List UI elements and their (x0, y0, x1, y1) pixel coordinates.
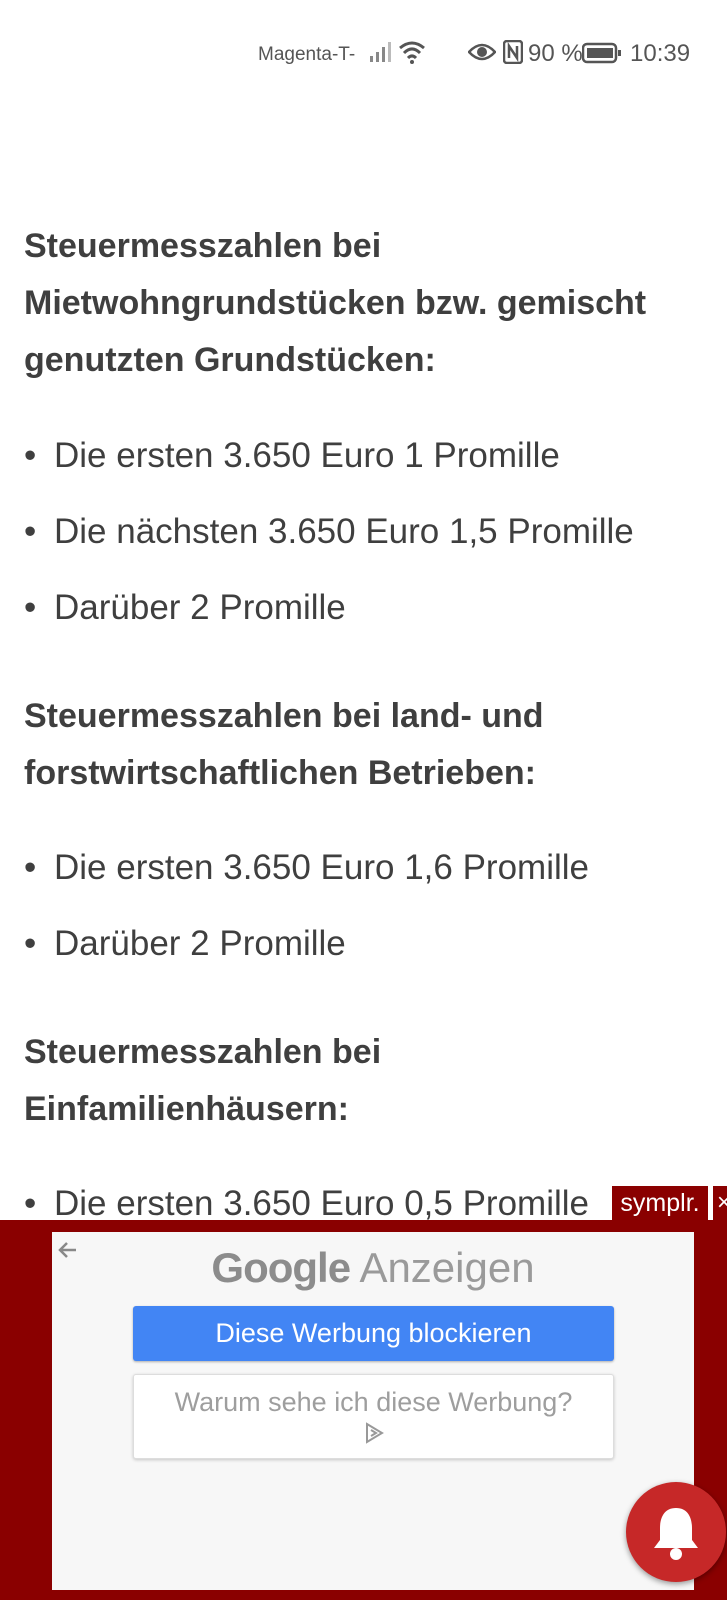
battery-percent: 90 % (528, 40, 583, 67)
google-logo: Google (211, 1244, 351, 1291)
list-item-text: Darüber 2 Promille (54, 924, 346, 963)
list-item-text: Die ersten 3.650 Euro 1,6 Promille (54, 848, 589, 887)
why-this-ad-button[interactable]: Warum sehe ich diese Werbung? (133, 1374, 614, 1459)
section-heading: Steuermesszahlen bei land- und forstwirt… (24, 697, 544, 792)
section-heading: Steuermesszahlen bei Mietwohngrundstücke… (24, 227, 647, 379)
ad-branding-label: Anzeigen (359, 1244, 535, 1291)
why-this-ad-label: Warum sehe ich diese Werbung? (174, 1387, 573, 1417)
list-item: • Die ersten 3.650 Euro 1 Promille (24, 436, 560, 475)
battery-icon (582, 42, 621, 64)
adchoices-icon (366, 1422, 384, 1444)
list-item-text: Die nächsten 3.650 Euro 1,5 Promille (54, 512, 634, 551)
block-ad-button[interactable]: Diese Werbung blockieren (133, 1306, 614, 1361)
signal-icon (370, 42, 391, 62)
symplr-badge[interactable]: symplr. (612, 1186, 708, 1220)
nfc-icon (503, 40, 523, 64)
status-bar: Magenta-T- 90 % 10:39 (0, 0, 727, 110)
list-item: • Die nächsten 3.650 Euro 1,5 Promille (24, 512, 634, 551)
ad-branding: Google Anzeigen (0, 1244, 727, 1292)
list-item: • Die ersten 3.650 Euro 0,5 Promille (24, 1184, 589, 1223)
eye-icon (468, 43, 496, 61)
carrier-name: Magenta-T- (258, 44, 356, 65)
bell-icon (654, 1508, 698, 1560)
list-item: • Die ersten 3.650 Euro 1,6 Promille (24, 848, 589, 887)
ad-close-button[interactable]: × (712, 1186, 727, 1220)
wifi-icon (399, 41, 425, 64)
clock: 10:39 (630, 40, 691, 67)
section-heading: Steuermesszahlen bei Einfamilienhäusern: (24, 1033, 382, 1128)
list-item-text: Die ersten 3.650 Euro 0,5 Promille (54, 1184, 589, 1223)
list-item: • Darüber 2 Promille (24, 924, 346, 963)
list-item-text: Darüber 2 Promille (54, 588, 346, 627)
notification-bell-button[interactable] (626, 1482, 726, 1582)
list-item: • Darüber 2 Promille (24, 588, 346, 627)
list-item-text: Die ersten 3.650 Euro 1 Promille (54, 436, 560, 475)
